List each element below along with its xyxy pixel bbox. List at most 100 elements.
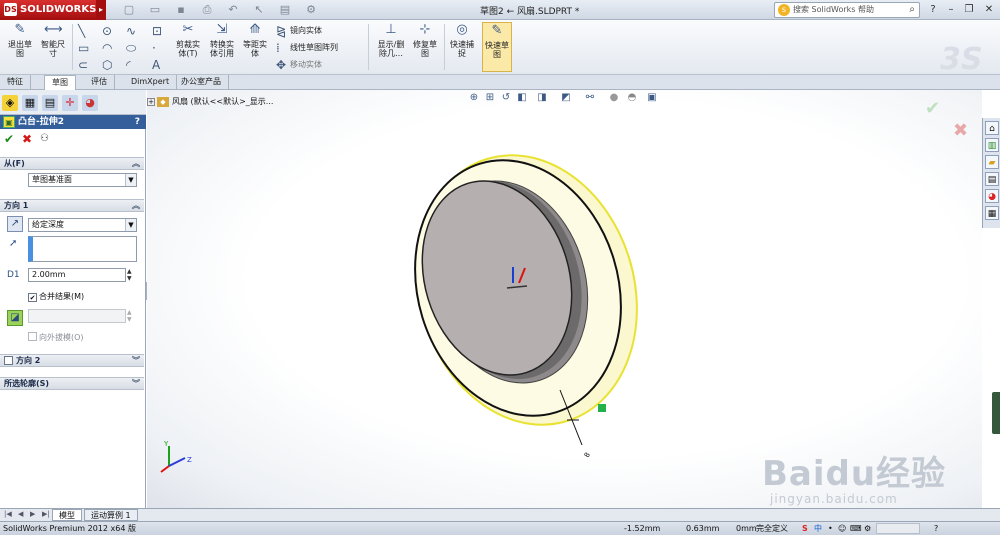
- status-help-icon[interactable]: ?: [934, 522, 938, 535]
- ds-watermark-icon: 3S: [940, 42, 983, 77]
- group-selected-contours[interactable]: 所选轮廓(S) ︾: [0, 377, 144, 390]
- mirror-icon[interactable]: ⧎: [276, 25, 286, 37]
- restore-icon[interactable]: ❐: [962, 3, 976, 17]
- tab-sketch[interactable]: 草图: [44, 75, 76, 90]
- print-icon[interactable]: ⎙: [200, 3, 214, 17]
- from-select[interactable]: 草图基准面 ▼: [28, 173, 137, 187]
- prev-tab-icon[interactable]: ◀: [18, 510, 23, 518]
- smart-dimension-button[interactable]: ⟷ 智能尺 寸: [38, 22, 68, 58]
- move-entities-button[interactable]: 移动实体: [290, 60, 322, 70]
- draft-spinner[interactable]: ▲ ▼: [127, 309, 132, 323]
- feature-manager-icon[interactable]: ◈: [2, 95, 18, 111]
- polygon-icon[interactable]: ⬡: [102, 59, 112, 71]
- new-file-icon[interactable]: ▢: [122, 3, 136, 17]
- last-tab-icon[interactable]: ▶|: [42, 510, 50, 518]
- ime-emoji-icon[interactable]: ☺: [838, 522, 846, 535]
- ime-punct-icon[interactable]: •: [828, 522, 833, 535]
- help-button[interactable]: ?: [135, 115, 140, 129]
- home-icon[interactable]: ⌂: [985, 121, 999, 135]
- drag-handle[interactable]: [598, 404, 606, 412]
- group-direction-2[interactable]: 方向 2 ︾: [0, 354, 144, 367]
- close-icon[interactable]: ✕: [982, 3, 996, 17]
- side-tab-handle[interactable]: [992, 392, 1000, 434]
- slot-icon[interactable]: ⊂: [78, 59, 88, 71]
- solidworks-logo[interactable]: DS SOLIDWORKS: [0, 0, 96, 20]
- rapid-sketch-button[interactable]: ✎ 快速草 图: [482, 22, 512, 72]
- linear-pattern-button[interactable]: 线性草图阵列: [290, 43, 338, 53]
- help-search-input[interactable]: s 搜索 SolidWorks 帮助 ⌕: [774, 2, 920, 18]
- ok-icon[interactable]: ✔: [4, 132, 14, 146]
- ellipse-icon[interactable]: ⬭: [126, 42, 136, 54]
- display-manager-icon[interactable]: ◕: [82, 95, 98, 111]
- reverse-direction-icon[interactable]: ↗: [7, 216, 23, 232]
- trim-button[interactable]: ✂ 剪裁实 体(T): [174, 22, 202, 58]
- linear-pattern-icon[interactable]: ⁞: [276, 42, 280, 54]
- line-icon[interactable]: ╲: [78, 25, 85, 37]
- property-manager-icon[interactable]: ▦: [22, 95, 38, 111]
- display-delete-relations-button[interactable]: ⊥ 显示/删 除几…: [374, 22, 408, 58]
- ime-keyboard-icon[interactable]: ⌨: [850, 522, 862, 535]
- minimize-icon[interactable]: –: [944, 3, 958, 17]
- configuration-manager-icon[interactable]: ▤: [42, 95, 58, 111]
- mirror-entities-button[interactable]: 镜向实体: [290, 26, 322, 36]
- save-icon[interactable]: ▪: [174, 3, 188, 17]
- draft-outward-checkbox[interactable]: 向外拔模(O): [28, 332, 84, 343]
- circle-icon[interactable]: ⊙: [102, 25, 112, 37]
- ime-chinese-icon[interactable]: 中: [814, 522, 822, 535]
- tab-model[interactable]: 模型: [52, 509, 82, 521]
- menu-expand-arrow[interactable]: ▸: [96, 0, 106, 20]
- tab-features[interactable]: 特征: [0, 75, 31, 90]
- undo-icon[interactable]: ↶: [226, 3, 240, 17]
- rebuild-icon[interactable]: ▤: [278, 3, 292, 17]
- fillet-icon[interactable]: ◜: [126, 59, 131, 71]
- direction-2-checkbox[interactable]: [4, 356, 13, 365]
- options-icon[interactable]: ⚙: [304, 3, 318, 17]
- direction-selection-box[interactable]: [28, 236, 137, 262]
- draft-angle-input[interactable]: [28, 309, 126, 323]
- tab-office-products[interactable]: 办公室产品: [174, 75, 229, 90]
- construction-icon[interactable]: ⊡: [152, 25, 162, 37]
- separator: [444, 24, 445, 70]
- dimxpert-manager-icon[interactable]: ✛: [62, 95, 78, 111]
- point-icon[interactable]: ·: [152, 42, 156, 54]
- quick-snaps-button[interactable]: ◎ 快速捕 捉: [448, 22, 476, 58]
- tab-dimxpert[interactable]: DimXpert: [124, 75, 178, 90]
- help-icon[interactable]: ?: [926, 3, 940, 17]
- end-condition-select[interactable]: 给定深度 ▼: [28, 218, 137, 232]
- depth-input[interactable]: 2.00mm: [28, 268, 126, 282]
- tab-motion-study[interactable]: 运动算例 1: [84, 509, 138, 521]
- detailed-preview-icon[interactable]: ⚇: [40, 132, 49, 146]
- text-icon[interactable]: A: [152, 59, 160, 71]
- draft-toggle-icon[interactable]: ◪: [7, 310, 23, 326]
- view-palette-icon[interactable]: ▤: [985, 172, 999, 186]
- repair-sketch-button[interactable]: ⊹ 修复草 图: [410, 22, 440, 58]
- convert-entities-button[interactable]: ⇲ 转换实 体引用: [206, 22, 238, 58]
- exit-sketch-button[interactable]: ✎ 退出草 图: [6, 22, 34, 58]
- arc-icon[interactable]: ◠: [102, 42, 112, 54]
- magnifier-icon[interactable]: ⌕: [909, 3, 915, 17]
- status-field[interactable]: [876, 523, 920, 534]
- snap-icon: ◎: [456, 22, 468, 37]
- appearances-icon[interactable]: ◕: [985, 189, 999, 203]
- offset-entities-button[interactable]: ⟰ 等距实 体: [240, 22, 270, 58]
- merge-result-checkbox[interactable]: ✔ 合并结果(M): [28, 292, 84, 302]
- design-library-icon[interactable]: ▥: [985, 138, 999, 152]
- ime-logo-icon[interactable]: S: [802, 522, 808, 535]
- cancel-icon[interactable]: ✖: [22, 132, 32, 146]
- spline-icon[interactable]: ∿: [126, 25, 136, 37]
- depth-spinner[interactable]: ▲ ▼: [127, 268, 132, 282]
- group-from[interactable]: 从(F) ︽: [0, 157, 144, 170]
- select-icon[interactable]: ↖: [252, 3, 266, 17]
- move-icon[interactable]: ✥: [276, 59, 286, 71]
- open-file-icon[interactable]: ▭: [148, 3, 162, 17]
- next-tab-icon[interactable]: ▶: [30, 510, 35, 518]
- first-tab-icon[interactable]: |◀: [4, 510, 12, 518]
- group-direction-1[interactable]: 方向 1 ︽: [0, 199, 144, 212]
- ime-settings-icon[interactable]: ⚙: [864, 522, 871, 535]
- file-explorer-icon[interactable]: ▰: [985, 155, 999, 169]
- tab-evaluate[interactable]: 评估: [84, 75, 115, 90]
- rectangle-icon[interactable]: ▭: [78, 42, 89, 54]
- custom-properties-icon[interactable]: ▦: [985, 206, 999, 220]
- selected-contours-label: 所选轮廓(S): [4, 379, 50, 388]
- dimension-icon: ⟷: [44, 22, 63, 37]
